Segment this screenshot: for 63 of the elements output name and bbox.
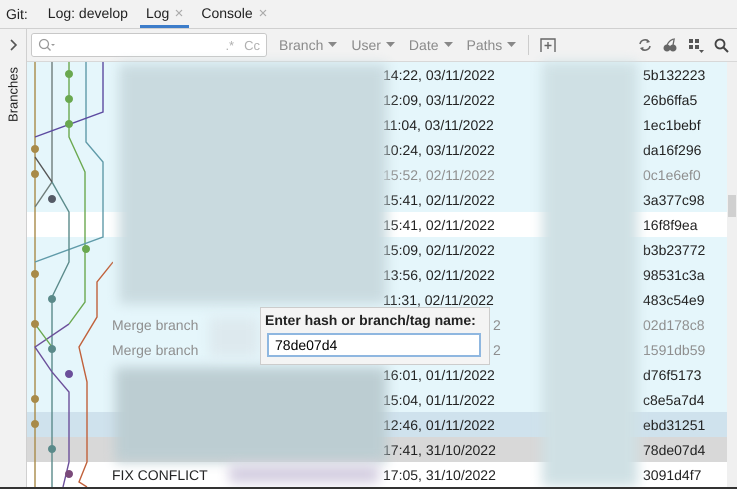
commit-hash: 98531c3a <box>643 266 706 282</box>
commit-hash: 0c1e6ef0 <box>643 166 702 182</box>
caret-icon <box>328 42 338 48</box>
caret-icon <box>386 42 395 48</box>
commit-time: 17:41, 31/10/2022 <box>383 442 497 458</box>
commit-time: 10:24, 03/11/2022 <box>383 142 496 158</box>
cherry-icon[interactable] <box>662 38 678 52</box>
caret-icon <box>507 42 516 48</box>
regex-toggle[interactable]: .* <box>225 38 234 52</box>
tab[interactable]: Log: develop <box>42 0 134 28</box>
filter-dropdown[interactable]: User <box>349 37 397 53</box>
commit-time: 2 <box>493 342 501 358</box>
commit-time: 11:04, 03/11/2022 <box>383 116 495 132</box>
branches-tab[interactable]: Branches <box>6 64 20 124</box>
commit-subject: FIX CONFLICT <box>112 466 208 482</box>
new-tab-icon[interactable] <box>539 37 558 53</box>
tab[interactable]: Log <box>140 0 190 28</box>
commit-hash: 5b132223 <box>643 66 706 82</box>
commit-time: 14:22, 03/11/2022 <box>383 66 496 82</box>
commit-time: 2 <box>493 316 501 332</box>
commit-hash: 26b6ffa5 <box>643 92 698 108</box>
tab[interactable]: Console <box>195 0 273 28</box>
commit-hash: 1ec1bebf <box>643 116 702 132</box>
commit-hash: 02d178c8 <box>643 316 706 332</box>
commit-hash: b3b23772 <box>643 242 706 258</box>
commit-time: 11:31, 02/11/2022 <box>383 292 495 308</box>
popup-label: Enter hash or branch/tag name: <box>265 312 477 328</box>
commit-hash: 78de07d4 <box>643 442 706 458</box>
commit-time: 12:09, 03/11/2022 <box>383 92 496 108</box>
search-field[interactable]: .* Cc <box>31 33 267 57</box>
commit-time: 16:01, 01/11/2022 <box>383 366 496 382</box>
commit-time: 15:41, 02/11/2022 <box>383 192 496 208</box>
commit-time: 15:04, 01/11/2022 <box>383 392 496 408</box>
commit-hash: d76f5173 <box>643 366 702 382</box>
commit-time: 15:09, 02/11/2022 <box>383 242 496 258</box>
commit-time: 15:52, 02/11/2022 <box>383 166 496 182</box>
grid-icon[interactable] <box>688 37 704 53</box>
search-icon <box>38 38 56 52</box>
expand-icon[interactable] <box>8 39 18 51</box>
commit-time: 13:56, 02/11/2022 <box>383 266 496 282</box>
scrollbar-thumb[interactable] <box>728 195 736 217</box>
caret-icon <box>444 42 452 48</box>
commit-hash: 3a377c98 <box>643 192 706 208</box>
commit-time: 15:41, 02/11/2022 <box>383 216 496 232</box>
match-case-toggle[interactable]: Cc <box>244 38 260 52</box>
commit-time: 17:05, 31/10/2022 <box>383 466 497 482</box>
filter-dropdown[interactable]: Branch <box>277 37 340 53</box>
commit-hash: c8e5a7d4 <box>643 392 706 408</box>
hash-input-field[interactable]: 78de07d4 <box>267 333 481 357</box>
commit-hash: da16f296 <box>643 142 702 158</box>
filter-dropdown[interactable]: Paths <box>464 37 518 53</box>
commit-hash: 1591db59 <box>643 342 706 358</box>
commit-subject: Merge branch <box>112 316 198 332</box>
tool-window-label: Git: <box>6 5 28 24</box>
filter-dropdown[interactable]: Date <box>406 37 454 53</box>
commit-time: 12:46, 01/11/2022 <box>383 416 496 432</box>
commit-hash: 483c54e9 <box>643 292 706 308</box>
search-icon[interactable] <box>714 38 729 52</box>
commit-hash: ebd31251 <box>643 416 706 432</box>
refresh-icon[interactable] <box>638 38 652 52</box>
commit-subject: Merge branch <box>112 342 198 358</box>
commit-hash: 3091d4f7 <box>643 466 702 482</box>
commit-hash: 16f8f9ea <box>643 216 698 232</box>
